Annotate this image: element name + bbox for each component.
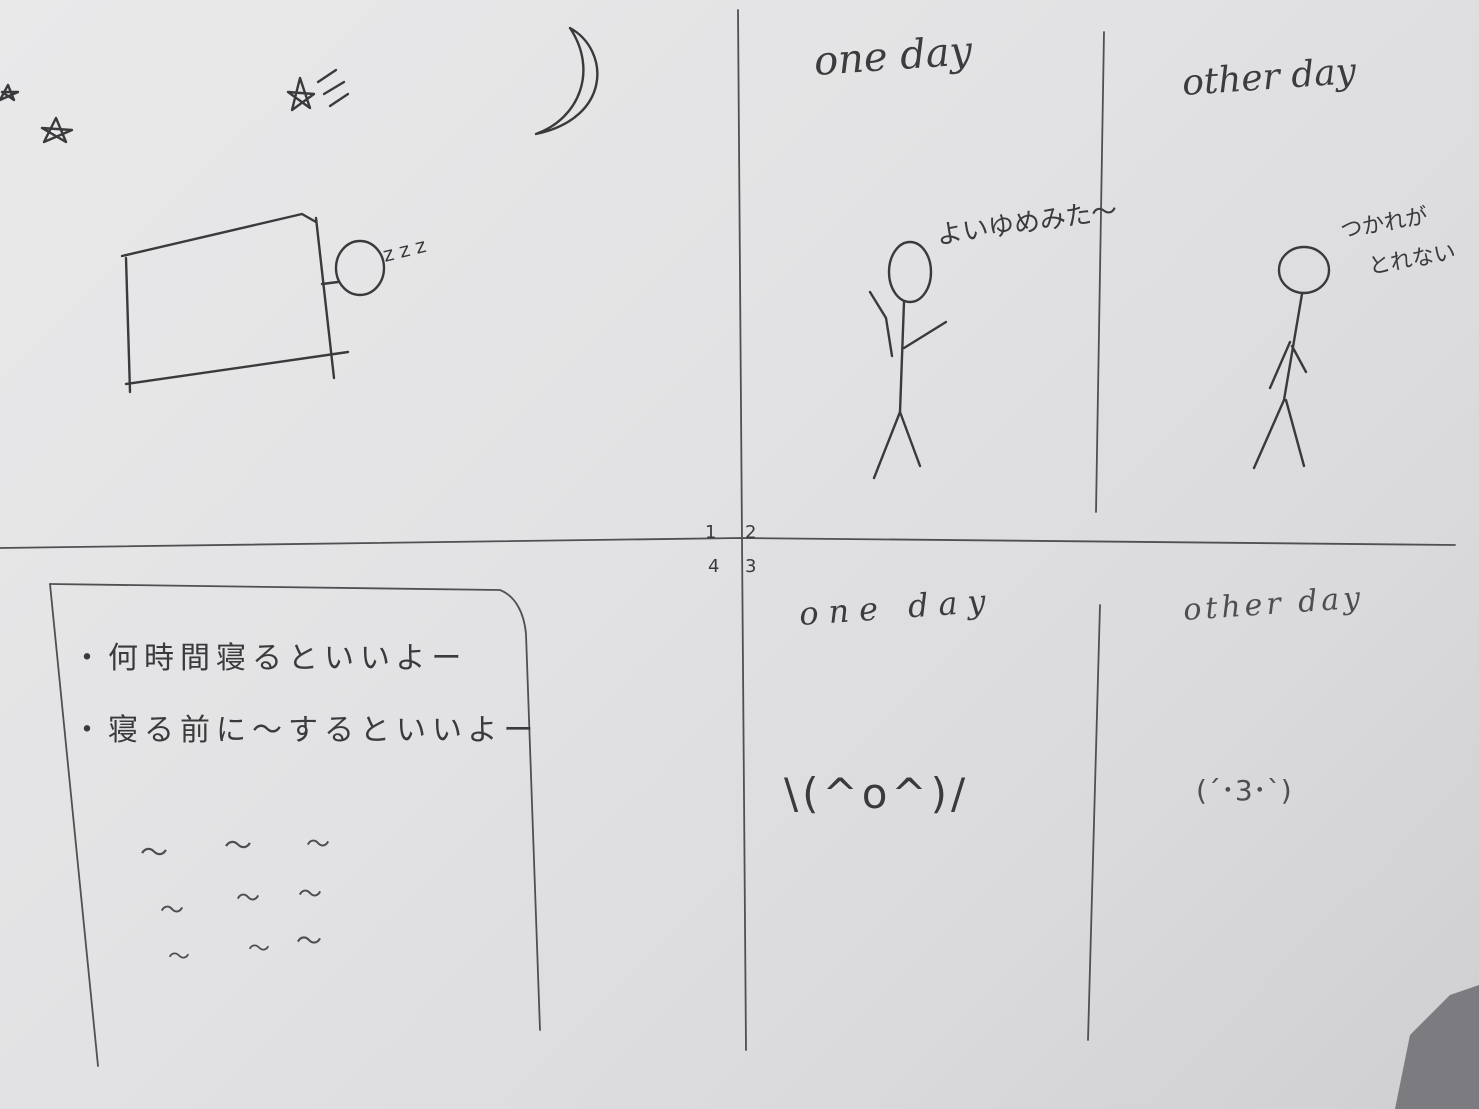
sleep-sound-text: zzz [380, 232, 434, 267]
star-icon [0, 83, 20, 102]
panel-number-3: 3 [745, 556, 756, 577]
advice-squiggle: 〜 [296, 927, 322, 957]
paper-corner-shadow [1395, 985, 1479, 1109]
advice-squiggle: 〜 [140, 836, 168, 869]
advice-squiggle: 〜 [306, 830, 330, 858]
panel2b-speech-line2: とれない [1367, 240, 1458, 280]
top-right-divider [1095, 31, 1105, 513]
happy-face-text: \(^o^)/ [784, 769, 969, 818]
advice-line-1: ・何時間寝るといいよー [72, 641, 467, 676]
panel-number-1: 1 [705, 522, 716, 543]
panel2-speech: よいゆめみた〜 [935, 196, 1119, 251]
panel3-heading: one day [798, 581, 997, 633]
panel2b-heading: other day [1181, 51, 1358, 104]
bed-icon [120, 212, 350, 394]
standing-person-icon [868, 240, 948, 480]
sketch-drawing: 1 2 3 4 zzz one day よいゆめみた〜 other day つか… [0, 9, 1479, 1109]
advice-squiggle: 〜 [160, 896, 184, 924]
panel-number-4: 4 [708, 556, 719, 577]
center-horizontal-divider [0, 537, 1456, 549]
advice-squiggle: 〜 [236, 884, 260, 912]
pouting-face-text: (´･3･`) [1196, 774, 1292, 807]
star-icon [40, 116, 74, 144]
advice-squiggle: 〜 [224, 829, 252, 862]
tired-person-icon [1252, 245, 1331, 470]
advice-squiggle: 〜 [248, 937, 270, 962]
panel-number-2: 2 [745, 522, 756, 543]
panel2-heading: one day [812, 28, 975, 85]
panel3b-heading: other day [1182, 580, 1365, 628]
paper-sheet: 1 2 3 4 zzz one day よいゆめみた〜 other day つか… [0, 0, 1479, 1109]
advice-squiggle: 〜 [298, 880, 322, 908]
sleeping-head-icon [320, 239, 386, 297]
crescent-moon-icon [534, 26, 599, 136]
advice-line-2: ・寝る前に〜するといいよー [72, 713, 539, 748]
shooting-star-icon [286, 68, 350, 112]
advice-squiggle: 〜 [168, 945, 190, 970]
bottom-right-divider [1087, 604, 1101, 1041]
panel2b-speech-line1: つかれが [1339, 204, 1430, 244]
